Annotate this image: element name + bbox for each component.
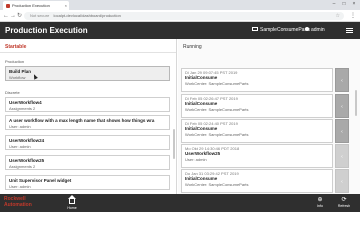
logo-line-2: Automation xyxy=(4,202,32,208)
home-label: Home xyxy=(67,206,77,210)
running-item-expand-button[interactable]: ‹ xyxy=(335,169,349,193)
running-item-expand-button[interactable]: ‹ xyxy=(335,144,349,168)
discrete-card[interactable]: Unit Supervisor Panel widget User: admin xyxy=(5,175,170,190)
card-subtitle: Assignments 2 xyxy=(9,106,36,111)
card-subtitle: Assignments 2 xyxy=(9,164,36,169)
home-button[interactable]: Home xyxy=(66,195,78,210)
page-title: Production Execution xyxy=(5,26,88,35)
running-scrollbar[interactable] xyxy=(355,90,357,116)
running-title: Running xyxy=(183,44,202,50)
minimize-icon[interactable]: – xyxy=(330,0,338,9)
card-subtitle: User: admin xyxy=(9,144,31,149)
running-item[interactable]: Di Jan 29 09:07:45 PST 2019 InitialConsu… xyxy=(181,68,333,92)
url-input[interactable]: Not secure localpt-devlocal/dashboard/pr… xyxy=(24,12,344,20)
running-item-workcenter: WorkCenter: SampleConsumeParts xyxy=(185,182,249,187)
refresh-button[interactable]: ⟳ Refresh xyxy=(336,197,352,210)
production-section-label: Production xyxy=(5,59,25,64)
tab-close-icon[interactable]: × xyxy=(65,1,67,10)
startable-pane: Startable Production Build Plan Workflow… xyxy=(0,39,176,194)
info-button[interactable]: ⊕ Info xyxy=(312,197,328,210)
forward-icon[interactable]: → xyxy=(10,12,16,20)
bookmark-star-icon[interactable]: ☆ xyxy=(336,12,340,20)
maximize-icon[interactable]: □ xyxy=(340,0,348,9)
browser-tab-bar: Production Execution × – □ × xyxy=(0,0,360,10)
refresh-icon: ⟳ xyxy=(341,197,347,203)
user-name: admin xyxy=(311,27,325,33)
reload-icon[interactable]: ↻ xyxy=(17,12,22,20)
tab-title: Production Execution xyxy=(12,3,50,8)
browser-tab[interactable]: Production Execution × xyxy=(3,1,69,10)
footer-bar: Rockwell Automation Home ⊕ Info ⟳ Refres… xyxy=(0,194,360,212)
startable-title: Startable xyxy=(0,39,176,53)
browser-menu-icon[interactable]: ⋮ xyxy=(350,12,356,20)
card-subtitle: User: admin xyxy=(9,124,31,129)
security-label: Not secure xyxy=(30,13,50,18)
pane-divider xyxy=(176,39,177,194)
info-label: Info xyxy=(317,204,323,208)
station-name: SampleConsumeParts xyxy=(260,27,311,33)
card-title: A user workflow with a max length name t… xyxy=(9,118,155,123)
running-item[interactable]: Do Jan 31 03:29:42 PST 2019 InitialConsu… xyxy=(181,169,333,193)
user-menu[interactable]: admin xyxy=(305,22,325,39)
running-item-workcenter: WorkCenter: SampleConsumeParts xyxy=(185,132,249,137)
running-item-workcenter: WorkCenter: SampleConsumeParts xyxy=(185,81,249,86)
running-item-expand-button[interactable]: ‹ xyxy=(335,94,349,118)
home-icon xyxy=(68,195,76,204)
user-icon xyxy=(305,26,309,31)
monitor-icon xyxy=(252,26,258,31)
app-header: Production Execution SampleConsumeParts … xyxy=(0,22,360,39)
back-icon[interactable]: ← xyxy=(3,12,9,20)
running-item[interactable]: Di Feb 05 02:26:47 PST 2019 InitialConsu… xyxy=(181,94,333,118)
window-close-icon[interactable]: × xyxy=(350,0,358,9)
discrete-card[interactable]: UserWorkflow4 Assignments 2 xyxy=(5,97,170,112)
refresh-label: Refresh xyxy=(337,204,351,208)
discrete-card[interactable]: UserWorkflow24 User: admin xyxy=(5,135,170,150)
running-item[interactable]: Mo Okt 29 14:30:46 PDT 2018 UserWorkflow… xyxy=(181,144,333,168)
station-selector[interactable]: SampleConsumeParts xyxy=(252,22,310,39)
rockwell-logo: Rockwell Automation xyxy=(4,196,32,208)
running-item-workcenter: User: admin xyxy=(185,157,207,162)
discrete-card[interactable]: UserWorkflow25 Assignments 2 xyxy=(5,155,170,170)
hamburger-menu-icon[interactable] xyxy=(346,28,353,33)
address-bar: ← → ↻ Not secure localpt-devlocal/dashbo… xyxy=(0,10,360,22)
discrete-card[interactable]: A user workflow with a max length name t… xyxy=(5,115,170,130)
info-icon: ⊕ xyxy=(317,197,323,203)
running-item-expand-button[interactable]: ‹ xyxy=(335,68,349,92)
running-pane: Running Di Jan 29 09:07:45 PST 2019 Init… xyxy=(178,39,360,194)
url-text: localpt-devlocal/dashboard/production xyxy=(53,13,121,18)
favicon-icon xyxy=(6,4,10,8)
startable-scrollbar[interactable] xyxy=(173,129,175,159)
card-subtitle: User: admin xyxy=(9,184,31,189)
running-item[interactable]: Di Feb 05 02:24:40 PST 2019 InitialConsu… xyxy=(181,119,333,143)
running-item-workcenter: WorkCenter: SampleConsumeParts xyxy=(185,107,249,112)
discrete-section-label: Discrete xyxy=(5,90,20,95)
production-card[interactable]: Build Plan Workflow xyxy=(5,66,170,81)
running-item-expand-button[interactable]: ‹ xyxy=(335,119,349,143)
